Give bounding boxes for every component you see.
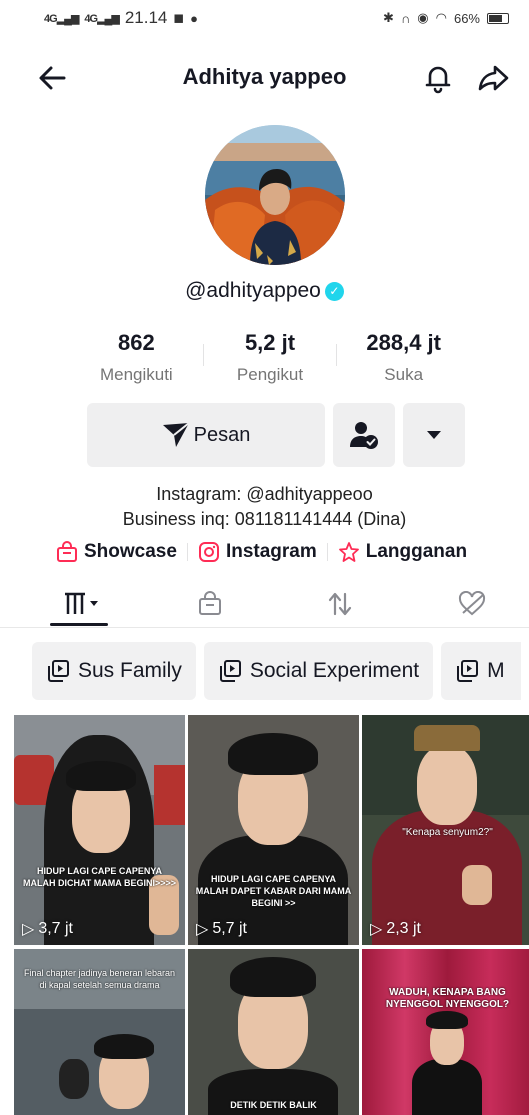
avatar[interactable] — [205, 125, 345, 265]
chat-bubble-icon: ● — [190, 10, 199, 26]
profile-actions: Pesan — [87, 403, 465, 467]
play-icon: ▷ — [22, 921, 35, 938]
share-button[interactable] — [474, 58, 514, 98]
view-count: ▷ 5,7 jt — [196, 920, 247, 938]
subscription-link[interactable]: Langganan — [338, 541, 467, 563]
content-tabs — [0, 578, 529, 628]
caret-down-icon — [427, 431, 441, 439]
likes-label: Suka — [384, 365, 424, 384]
followers-label: Pengikut — [236, 365, 304, 384]
alarm-icon: ◉ — [417, 10, 429, 25]
battery-percent: 66% — [453, 10, 480, 26]
share-icon — [478, 65, 509, 91]
stat-followers[interactable]: 5,2 jt Pengikut — [204, 330, 337, 390]
playlist-label: M — [487, 659, 505, 682]
video-thumbnail[interactable]: "Kenapa senyum2?" ▷ 2,3 jt — [362, 715, 529, 945]
battery-icon — [487, 12, 509, 24]
play-icon: ▷ — [196, 921, 209, 938]
playlist-icon — [48, 660, 69, 682]
tab-shop[interactable] — [190, 584, 230, 624]
video-thumbnail[interactable]: Final chapter jadinya beneran lebaran di… — [14, 949, 185, 1115]
username-row: @adhityappeo ✓ — [0, 279, 529, 303]
tab-reposts[interactable] — [320, 584, 360, 624]
status-bar: 4G▂▄▆ 4G▂▄▆ 21.14 ◼ ● ✱ ∩ ◉ ◠ 66% — [0, 0, 529, 36]
star-badge-icon — [338, 542, 359, 562]
profile-links: Showcase Instagram Langganan — [56, 541, 467, 563]
playlist-row: Sus Family Social Experiment M — [32, 642, 522, 700]
user-check-icon — [350, 422, 378, 449]
wifi-icon: ◠ — [435, 10, 447, 25]
view-count: ▷ 2,3 jt — [370, 920, 421, 938]
bio-line: Instagram: @adhityappeoo — [156, 484, 373, 504]
showcase-label: Showcase — [84, 541, 177, 562]
playlist-chip[interactable]: Sus Family — [32, 642, 196, 700]
stat-likes[interactable]: 288,4 jt Suka — [337, 330, 470, 390]
playlist-icon — [457, 660, 479, 682]
avatar-photo — [205, 125, 345, 265]
profile-header: Adhitya yappeo — [0, 50, 529, 102]
suggestions-dropdown-button[interactable] — [403, 403, 465, 467]
media-icon: ◼ — [173, 10, 185, 25]
message-label: Pesan — [193, 423, 251, 446]
shop-bag-icon — [199, 591, 221, 615]
video-thumbnail[interactable]: HIDUP LAGI CAPE CAPENYA MALAH DICHAT MAM… — [14, 715, 185, 945]
video-thumbnail[interactable]: HIDUP LAGI CAPE CAPENYA MALAH DAPET KABA… — [188, 715, 359, 945]
video-grid: HIDUP LAGI CAPE CAPENYA MALAH DICHAT MAM… — [14, 715, 529, 1115]
video-caption: DETIK DETIK BALIK — [230, 1100, 317, 1110]
video-caption: Final chapter jadinya beneran lebaran di… — [23, 968, 176, 990]
video-thumbnail[interactable]: DETIK DETIK BALIK — [188, 949, 359, 1115]
status-time: 21.14 — [124, 8, 168, 27]
tab-videos[interactable] — [58, 584, 108, 624]
shopping-bag-icon — [57, 541, 77, 562]
video-caption: HIDUP LAGI CAPE CAPENYA MALAH DICHAT MAM… — [22, 866, 176, 888]
playlist-label: Sus Family — [78, 659, 182, 682]
divider — [186, 543, 188, 561]
video-caption: WADUH, KENAPA BANG NYENGGOL NYENGGOL? — [385, 987, 510, 1010]
bio-line: Business inq: 081181141444 (Dina) — [122, 509, 407, 529]
hidden-heart-icon — [458, 591, 486, 616]
bell-icon — [425, 66, 451, 94]
followers-count: 5,2 jt — [244, 330, 296, 355]
divider — [326, 543, 328, 561]
signal-icon: 4G▂▄▆ — [44, 12, 79, 25]
instagram-icon — [198, 542, 219, 562]
username: @adhityappeo — [185, 279, 321, 302]
following-label: Mengikuti — [99, 365, 173, 384]
signal-icon-2: 4G▂▄▆ — [84, 12, 119, 25]
play-icon: ▷ — [370, 921, 383, 938]
profile-bio: Instagram: @adhityappeoo Business inq: 0… — [0, 482, 529, 532]
status-left: 4G▂▄▆ 4G▂▄▆ 21.14 ◼ ● — [44, 8, 198, 28]
playlist-label: Social Experiment — [249, 659, 420, 682]
likes-count: 288,4 jt — [366, 330, 441, 355]
notification-button[interactable] — [418, 58, 458, 98]
view-count: ▷ 3,7 jt — [22, 920, 73, 938]
instagram-link[interactable]: Instagram — [198, 541, 317, 563]
playlist-icon — [219, 660, 241, 682]
subscription-label: Langganan — [365, 541, 468, 562]
message-button[interactable]: Pesan — [87, 403, 325, 467]
following-count: 862 — [117, 330, 155, 355]
video-caption: HIDUP LAGI CAPE CAPENYA MALAH DAPET KABA… — [195, 874, 352, 908]
friend-status-button[interactable] — [333, 403, 395, 467]
tab-liked[interactable] — [452, 584, 492, 624]
playlist-chip[interactable]: M — [441, 642, 522, 700]
bluetooth-icon: ✱ — [383, 10, 394, 25]
headphones-icon: ∩ — [400, 10, 411, 26]
profile-stats: 862 Mengikuti 5,2 jt Pengikut 288,4 jt S… — [70, 330, 470, 390]
status-right: ✱ ∩ ◉ ◠ 66% — [383, 10, 509, 26]
instagram-label: Instagram — [225, 541, 317, 562]
showcase-link[interactable]: Showcase — [56, 541, 177, 563]
video-caption: "Kenapa senyum2?" — [402, 827, 493, 838]
stat-following[interactable]: 862 Mengikuti — [70, 330, 203, 390]
playlist-chip[interactable]: Social Experiment — [203, 642, 434, 700]
verified-badge-icon: ✓ — [324, 282, 344, 301]
send-icon — [162, 422, 190, 447]
grid-icon — [65, 592, 98, 614]
active-tab-indicator — [50, 623, 108, 626]
video-thumbnail[interactable]: WADUH, KENAPA BANG NYENGGOL NYENGGOL? — [362, 949, 529, 1115]
repost-icon — [328, 592, 352, 616]
